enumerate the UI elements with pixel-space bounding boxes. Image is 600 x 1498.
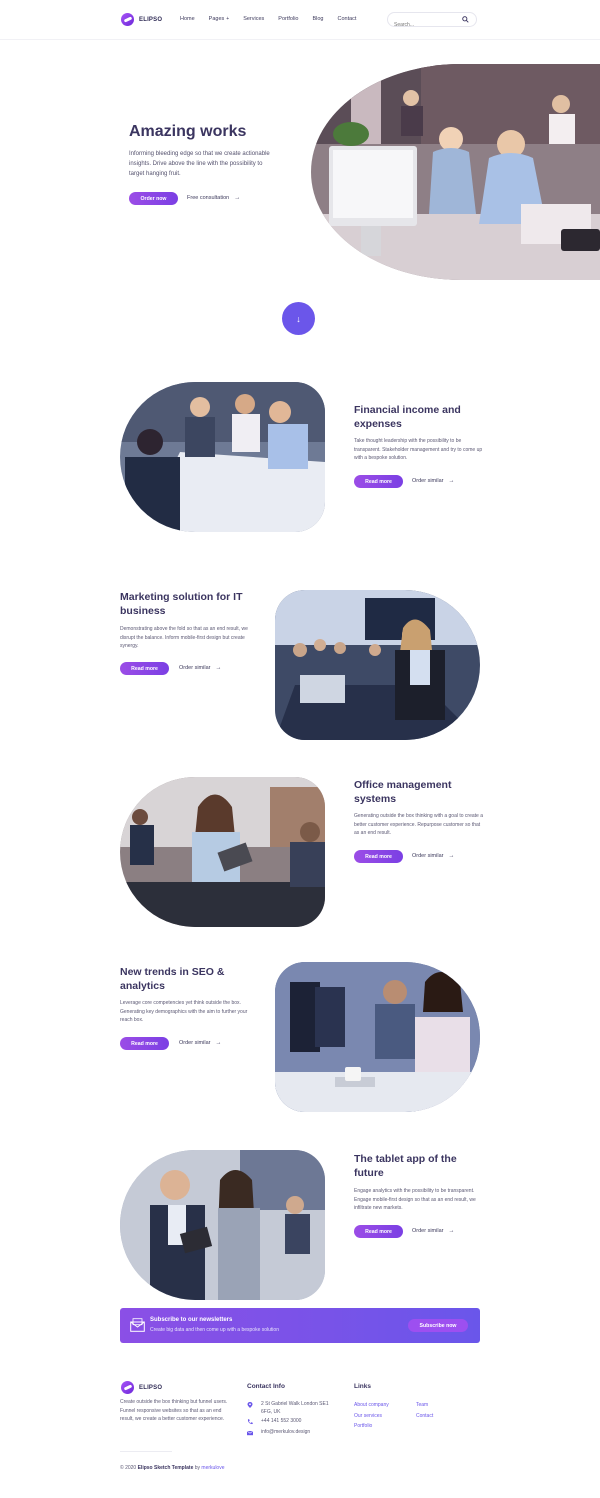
copyright-by: by xyxy=(194,1465,201,1471)
contact-heading: Contact Info xyxy=(247,1383,285,1390)
order-similar-link[interactable]: Order similar → xyxy=(412,1228,454,1234)
feature-photo-conference xyxy=(275,590,480,740)
footer-divider xyxy=(120,1451,172,1452)
footer-link-contact[interactable]: Contact xyxy=(416,1413,433,1419)
nav-portfolio[interactable]: Portfolio xyxy=(278,16,298,22)
read-more-button[interactable]: Read more xyxy=(354,850,403,863)
main-nav: Home Pages + Services Portfolio Blog Cont… xyxy=(180,16,356,22)
subscribe-button[interactable]: Subscribe now xyxy=(408,1319,468,1332)
footer-link-team[interactable]: Team xyxy=(416,1402,428,1408)
order-now-button[interactable]: Order now xyxy=(129,192,178,205)
arrow-right-icon: → xyxy=(448,1228,455,1234)
order-similar-label: Order similar xyxy=(179,665,211,671)
hero-text: Informing bleeding edge so that we creat… xyxy=(129,151,270,177)
read-more-button[interactable]: Read more xyxy=(354,1225,403,1238)
nav-contact[interactable]: Contact xyxy=(338,16,357,22)
nav-home[interactable]: Home xyxy=(180,16,195,22)
feature-photo-meeting xyxy=(120,382,325,532)
newsletter-banner: Subscribe to our newsletters Create big … xyxy=(120,1308,480,1343)
nav-pages[interactable]: Pages + xyxy=(209,16,230,22)
order-similar-link[interactable]: Order similar → xyxy=(412,478,454,484)
read-more-button[interactable]: Read more xyxy=(120,1037,169,1050)
feature-title: Financial income and expenses xyxy=(354,404,461,430)
feature-photo-call-center xyxy=(275,962,480,1112)
feature-text: Take thought leadership with the possibi… xyxy=(354,438,483,461)
hero-photo-office-team xyxy=(311,64,600,280)
footer-logo[interactable]: ELIPSO xyxy=(121,1381,162,1394)
arrow-right-icon: → xyxy=(448,853,455,859)
arrow-right-icon: → xyxy=(215,1040,222,1046)
contact-phone: +44 141 552 3000 xyxy=(247,1418,341,1426)
read-more-button[interactable]: Read more xyxy=(120,662,169,675)
site-header: ELIPSO Home Pages + Services Portfolio Bl… xyxy=(0,0,600,40)
copyright-template-name: Elipso Sketch Template xyxy=(137,1465,194,1471)
copyright-author-link[interactable]: merkulove xyxy=(201,1465,224,1471)
feature-photo-tablet-pair xyxy=(120,1150,325,1300)
brand-name: ELIPSO xyxy=(139,16,163,23)
copyright-year: © 2020 xyxy=(120,1465,137,1471)
email-text: info@merkulov.design xyxy=(261,1429,311,1435)
footer-brand-name: ELIPSO xyxy=(139,1384,163,1391)
phone-text: +44 141 552 3000 xyxy=(261,1418,302,1424)
scroll-down-button[interactable]: ↓ xyxy=(282,302,315,335)
order-similar-link[interactable]: Order similar → xyxy=(179,665,221,671)
search-box xyxy=(387,12,477,32)
order-similar-link[interactable]: Order similar → xyxy=(179,1040,221,1046)
email-icon xyxy=(247,1430,253,1436)
arrow-right-icon: → xyxy=(448,478,455,484)
feature-text: Demonstrating above the fold so that as … xyxy=(120,626,248,649)
address-text: 2 St Gabriel Walk London SE1 6FG, UK xyxy=(261,1401,329,1415)
footer-about: Create outside the box thinking but funn… xyxy=(120,1399,228,1422)
footer-link-about-company[interactable]: About company xyxy=(354,1402,389,1408)
logo-icon xyxy=(121,13,134,26)
search-icon[interactable] xyxy=(462,16,469,23)
order-similar-label: Order similar xyxy=(412,478,444,484)
feature-title: New trends in SEO & analytics xyxy=(120,966,225,992)
free-consultation-link[interactable]: Free consultation → xyxy=(187,195,240,201)
plus-icon: + xyxy=(226,16,230,22)
location-pin-icon xyxy=(247,1402,253,1408)
newsletter-subtitle: Create big data and then come up with a … xyxy=(150,1327,279,1333)
nav-pages-label: Pages xyxy=(208,16,225,22)
read-more-button[interactable]: Read more xyxy=(354,475,403,488)
links-heading: Links xyxy=(354,1383,371,1390)
contact-address: 2 St Gabriel Walk London SE1 6FG, UK xyxy=(247,1401,341,1416)
copyright: © 2020 Elipso Sketch Template by merkulo… xyxy=(120,1465,225,1471)
feature-text: Engage analytics with the possibility to… xyxy=(354,1188,476,1211)
hero-title: Amazing works xyxy=(129,123,247,140)
arrow-right-icon: → xyxy=(215,665,222,671)
feature-text: Generating outside the box thinking with… xyxy=(354,813,483,836)
feature-photo-tablet-woman xyxy=(120,777,325,927)
arrow-right-icon: → xyxy=(234,195,241,201)
footer-link-our-services[interactable]: Our services xyxy=(354,1413,382,1419)
order-similar-label: Order similar xyxy=(179,1040,211,1046)
order-similar-label: Order similar xyxy=(412,853,444,859)
footer-link-portfolio[interactable]: Portfolio xyxy=(354,1423,372,1429)
mail-icon xyxy=(130,1318,145,1332)
phone-icon xyxy=(247,1419,253,1425)
nav-services[interactable]: Services xyxy=(243,16,264,22)
order-similar-link[interactable]: Order similar → xyxy=(412,853,454,859)
logo-icon xyxy=(121,1381,134,1394)
contact-email: info@merkulov.design xyxy=(247,1429,341,1437)
newsletter-title: Subscribe to our newsletters xyxy=(150,1317,233,1323)
order-similar-label: Order similar xyxy=(412,1228,444,1234)
nav-blog[interactable]: Blog xyxy=(312,16,323,22)
feature-title: The tablet app of the future xyxy=(354,1153,457,1179)
search-input[interactable] xyxy=(388,18,458,32)
feature-title: Office management systems xyxy=(354,779,452,805)
arrow-down-icon: ↓ xyxy=(296,313,301,324)
free-consultation-label: Free consultation xyxy=(187,195,230,201)
brand-logo[interactable]: ELIPSO xyxy=(121,13,162,26)
feature-title: Marketing solution for IT business xyxy=(120,591,243,617)
feature-text: Leverage core competencies yet think out… xyxy=(120,1000,248,1023)
